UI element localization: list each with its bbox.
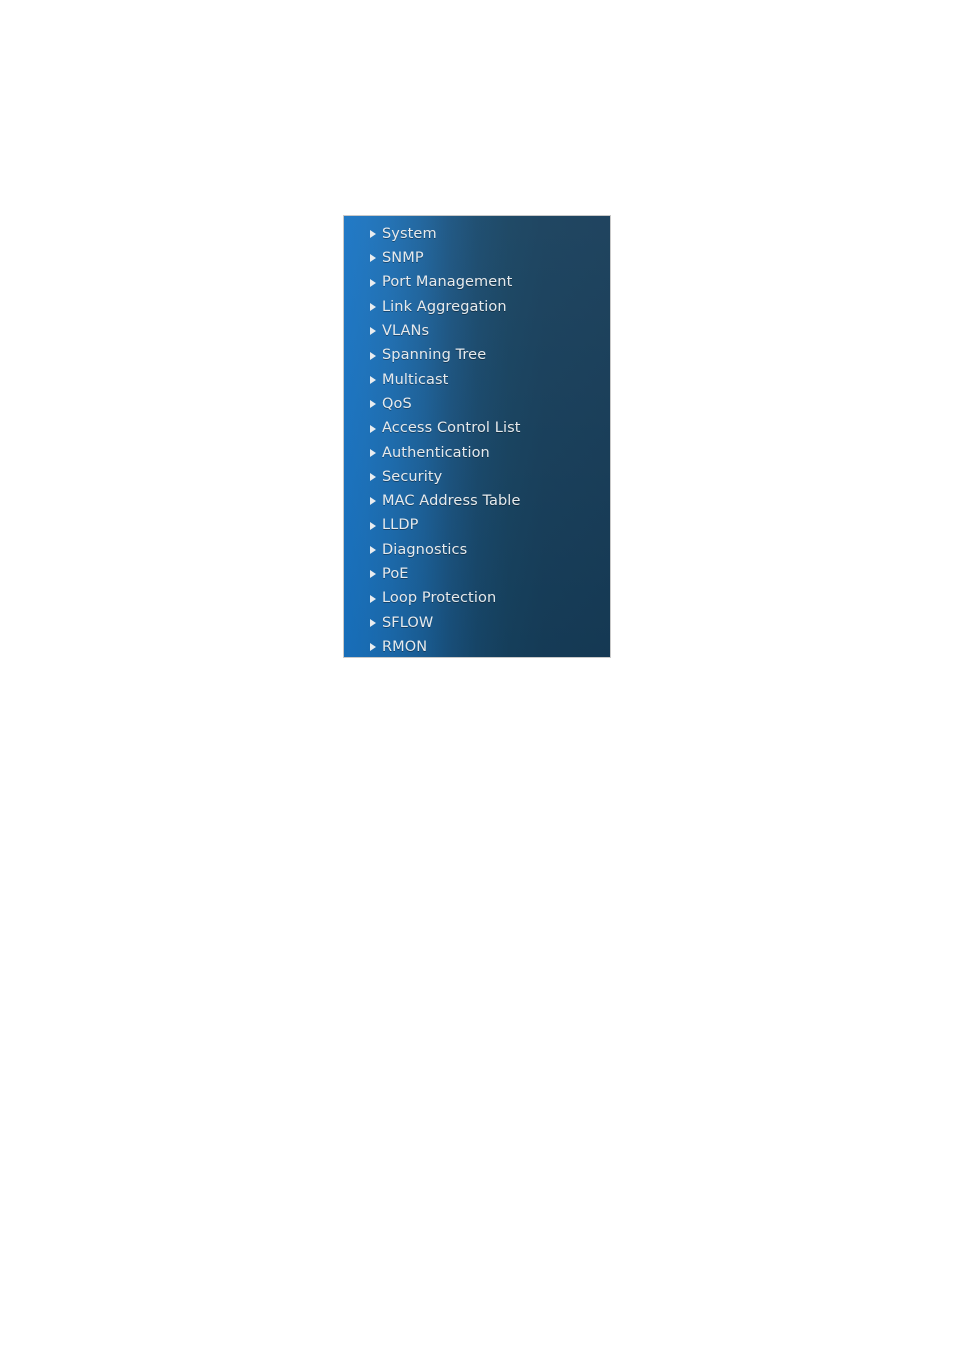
sidebar-item-label: VLANs: [382, 323, 430, 340]
triangle-right-icon: [370, 473, 376, 482]
sidebar-item-security[interactable]: Security: [344, 465, 610, 489]
sidebar-item-label: Link Aggregation: [382, 298, 507, 315]
sidebar-item-qos[interactable]: QoS: [344, 392, 610, 416]
triangle-right-icon: [370, 400, 376, 409]
triangle-right-icon: [370, 497, 376, 506]
triangle-right-icon: [370, 618, 376, 627]
sidebar-item-sflow[interactable]: SFLOW: [344, 611, 610, 635]
sidebar-item-access-control-list[interactable]: Access Control List: [344, 416, 610, 440]
sidebar-item-spanning-tree[interactable]: Spanning Tree: [344, 343, 610, 367]
navigation-panel: System SNMP Port Management Link Aggrega…: [343, 215, 611, 658]
sidebar-item-system[interactable]: System: [344, 222, 610, 246]
sidebar-item-label: Multicast: [382, 371, 449, 388]
sidebar-item-mac-address-table[interactable]: MAC Address Table: [344, 489, 610, 513]
triangle-right-icon: [370, 594, 376, 603]
sidebar-item-label: Spanning Tree: [382, 347, 487, 364]
triangle-right-icon: [370, 546, 376, 554]
sidebar-item-poe[interactable]: PoE: [344, 562, 610, 586]
sidebar-item-label: System: [382, 225, 437, 242]
sidebar-item-label: SFLOW: [382, 614, 434, 631]
sidebar-item-authentication[interactable]: Authentication: [344, 441, 610, 465]
sidebar-item-label: Diagnostics: [382, 541, 468, 558]
triangle-right-icon: [370, 375, 376, 384]
triangle-right-icon: [370, 230, 376, 239]
sidebar-item-label: SNMP: [382, 250, 424, 267]
triangle-right-icon: [370, 424, 376, 433]
sidebar-item-label: MAC Address Table: [382, 493, 521, 510]
sidebar-item-vlans[interactable]: VLANs: [344, 319, 610, 343]
sidebar-item-rmon[interactable]: RMON: [344, 635, 610, 659]
triangle-right-icon: [370, 448, 376, 457]
triangle-right-icon: [370, 327, 376, 336]
sidebar-item-multicast[interactable]: Multicast: [344, 368, 610, 392]
sidebar-item-label: RMON: [382, 638, 428, 655]
triangle-right-icon: [370, 278, 376, 287]
sidebar-item-label: LLDP: [382, 517, 419, 534]
sidebar-item-port-management[interactable]: Port Management: [344, 271, 610, 295]
sidebar-item-lldp[interactable]: LLDP: [344, 514, 610, 538]
triangle-right-icon: [370, 254, 376, 263]
triangle-right-icon: [370, 521, 376, 530]
triangle-right-icon: [370, 643, 376, 652]
sidebar-item-snmp[interactable]: SNMP: [344, 246, 610, 270]
sidebar-item-label: QoS: [382, 395, 412, 412]
triangle-right-icon: [370, 351, 376, 360]
sidebar-item-label: Port Management: [382, 274, 513, 291]
sidebar-item-diagnostics[interactable]: Diagnostics: [344, 538, 610, 562]
triangle-right-icon: [370, 570, 376, 579]
navigation-menu-list: System SNMP Port Management Link Aggrega…: [344, 222, 610, 659]
sidebar-item-label: PoE: [382, 566, 409, 583]
sidebar-item-loop-protection[interactable]: Loop Protection: [344, 586, 610, 610]
sidebar-item-label: Security: [382, 468, 443, 485]
sidebar-item-link-aggregation[interactable]: Link Aggregation: [344, 295, 610, 319]
sidebar-item-label: Authentication: [382, 444, 490, 461]
triangle-right-icon: [370, 303, 376, 312]
sidebar-item-label: Access Control List: [382, 420, 521, 437]
sidebar-item-label: Loop Protection: [382, 590, 497, 607]
